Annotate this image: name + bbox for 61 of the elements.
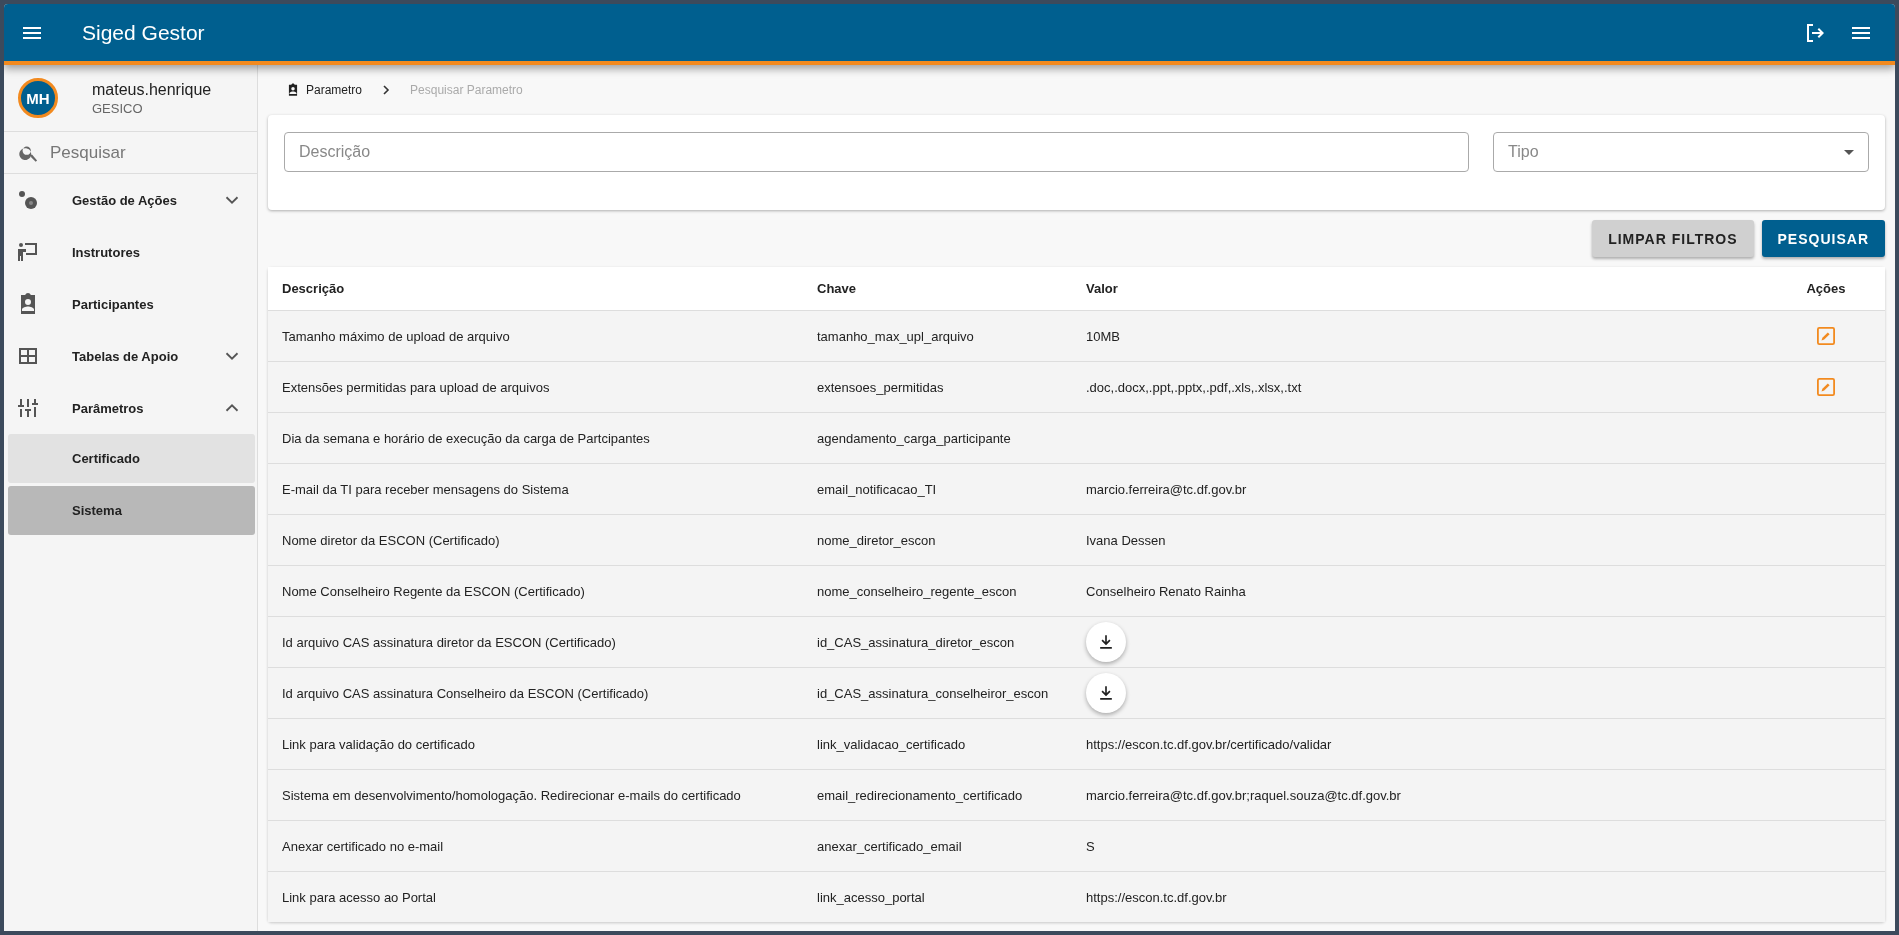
table-cell-text: E-mail da TI para receber mensagens do Sistema — [282, 481, 570, 497]
column-header: Valor — [1086, 281, 1119, 296]
table-cell: .doc,.docx,.ppt,.pptx,.pdf,.xls,.xlsx,.txt — [1086, 379, 1302, 395]
table-cell-text: nome_conselheiro_regente_escon — [817, 583, 1018, 599]
sidebar-subitem[interactable]: Sistema — [8, 486, 255, 535]
table-cell-text: Link para acesso ao Portal — [282, 889, 437, 905]
table-cell: marcio.ferreira@tc.df.gov.br;raquel.souza@tc.df.gov.br — [1086, 787, 1401, 803]
table-cell-text: id_CAS_assinatura_diretor_escon — [817, 634, 1016, 650]
table-cell-text: anexar_certificado_email — [817, 838, 963, 854]
table-cell-text: extensoes_permitidas — [817, 379, 945, 395]
sidebar-subitem[interactable]: Certificado — [8, 434, 255, 483]
sidebar-item[interactable]: Gestão de Ações — [4, 174, 257, 226]
sidebar-item[interactable]: Parâmetros — [4, 382, 257, 434]
clear-filters-button[interactable]: LIMPAR FILTROS — [1592, 220, 1754, 257]
download-button[interactable] — [1086, 673, 1126, 713]
table-cell-text: link_acesso_portal — [817, 889, 926, 905]
table-cell-text: Extensões permitidas para upload de arquivos — [282, 379, 551, 395]
type-dropdown[interactable]: Tipo — [1493, 132, 1869, 172]
column-header: Chave — [817, 281, 858, 296]
download-button[interactable] — [1086, 622, 1126, 662]
table-cell-text: id_CAS_assinatura_conselheiror_escon — [817, 685, 1050, 701]
table-cell: Ivana Dessen — [1086, 532, 1166, 548]
sliders-icon — [16, 396, 40, 420]
breadcrumb-item: Pesquisar Parametro — [410, 83, 523, 97]
table-cell-text: Tamanho máximo de upload de arquivo — [282, 328, 511, 344]
table-cell: https://escon.tc.df.gov.br — [1086, 889, 1227, 905]
presenter-icon — [16, 240, 40, 264]
sidebar-item[interactable]: Instrutores — [4, 226, 257, 278]
table-cell: Conselheiro Renato Rainha — [1086, 583, 1246, 599]
column-header: Ações — [1805, 281, 1847, 296]
table-cell-text: agendamento_carga_participante — [817, 430, 1012, 446]
sidebar-item[interactable]: Participantes — [4, 278, 257, 330]
table-cell: https://escon.tc.df.gov.br/certificado/validar — [1086, 736, 1332, 752]
user-avatar: MH — [18, 78, 58, 118]
user-organization: GESICO — [92, 100, 144, 116]
table-cell-text: tamanho_max_upl_arquivo — [817, 328, 975, 344]
search-button[interactable]: PESQUISAR — [1761, 220, 1885, 257]
table-cell-text: Anexar certificado no e-mail — [282, 838, 445, 854]
breadcrumb-item[interactable]: Parametro — [306, 83, 363, 97]
table-cell-text: Dia da semana e horário de execução da carga de Partcipantes — [282, 430, 651, 446]
sidebar-item[interactable]: Tabelas de Apoio — [4, 330, 257, 382]
user-name: mateus.henrique — [92, 80, 212, 99]
description-field[interactable]: Descrição — [284, 132, 1469, 172]
table-cell-text: Id arquivo CAS assinatura Conselheiro da ESCON (Certificado) — [282, 685, 650, 701]
table-cell-text: link_validacao_certificado — [817, 736, 967, 752]
table-cell: 10MB — [1086, 328, 1120, 344]
badge-icon — [286, 83, 300, 97]
table-cell-text: Id arquivo CAS assinatura diretor da ESCON (Certificado) — [282, 634, 617, 650]
table-cell: marcio.ferreira@tc.df.gov.br — [1086, 481, 1247, 497]
search-field[interactable]: Pesquisar — [48, 141, 242, 164]
column-header: Descrição — [282, 281, 346, 296]
table-cell-text: Nome Conselheiro Regente da ESCON (Certificado) — [282, 583, 586, 599]
table-cell-text: nome_diretor_escon — [817, 532, 937, 548]
table-cell-text: email_notificacao_TI — [817, 481, 938, 497]
table-cell-text: Sistema em desenvolvimento/homologação. Redirecionar e-mails do certificado — [282, 787, 742, 803]
table-cell-text: Link para validação do certificado — [282, 736, 476, 752]
table-cell-text: Nome diretor da ESCON (Certificado) — [282, 532, 501, 548]
table-cell-text: email_redirecionamento_certificado — [817, 787, 1024, 803]
app-title: Siged Gestor — [82, 20, 205, 45]
table-cell: S — [1086, 838, 1095, 854]
dropdown-arrow-icon — [1844, 149, 1854, 155]
